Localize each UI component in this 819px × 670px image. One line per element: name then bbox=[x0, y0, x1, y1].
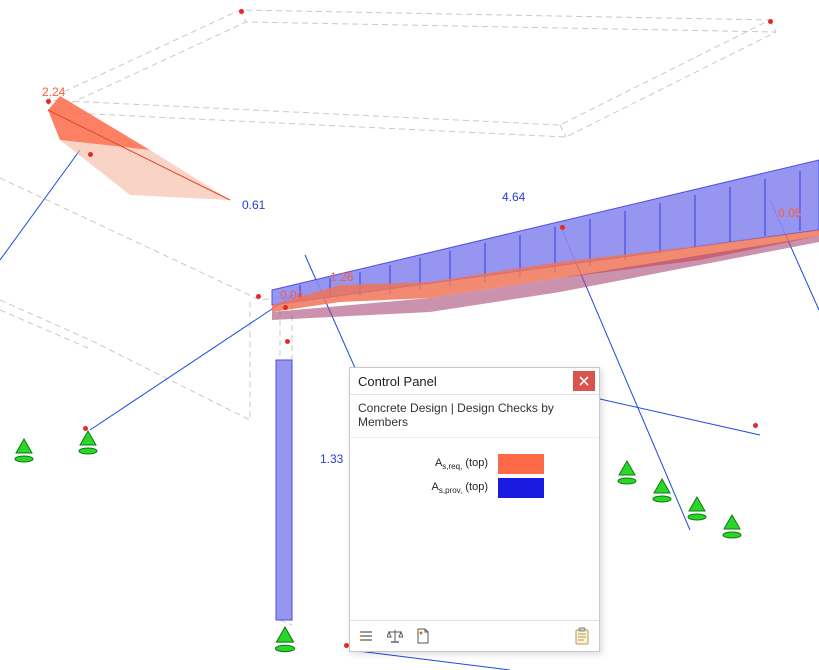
legend-label: As,prov, (top) bbox=[358, 481, 498, 495]
panel-title-text: Control Panel bbox=[358, 374, 573, 389]
legend-label: As,req, (top) bbox=[358, 457, 498, 471]
node-point bbox=[560, 225, 565, 230]
panel-footer bbox=[350, 620, 599, 651]
legend-swatch-provided bbox=[498, 478, 544, 498]
support-icon bbox=[76, 429, 100, 459]
node-point bbox=[283, 305, 288, 310]
node-point bbox=[768, 19, 773, 24]
panel-body: As,req, (top) As,prov, (top) bbox=[350, 438, 599, 620]
value-label: 1.26 bbox=[330, 270, 353, 284]
panel-titlebar[interactable]: Control Panel bbox=[350, 368, 599, 395]
support-icon bbox=[650, 477, 674, 507]
node-point bbox=[753, 423, 758, 428]
value-label: 0.61 bbox=[242, 198, 265, 212]
node-point bbox=[256, 294, 261, 299]
node-point bbox=[88, 152, 93, 157]
legend-row-required: As,req, (top) bbox=[358, 452, 591, 476]
legend-row-provided: As,prov, (top) bbox=[358, 476, 591, 500]
value-label: 1.33 bbox=[320, 452, 343, 466]
balance-icon[interactable] bbox=[384, 625, 406, 647]
support-icon bbox=[720, 513, 744, 543]
support-icon bbox=[270, 625, 300, 657]
document-icon[interactable] bbox=[412, 625, 434, 647]
node-point bbox=[285, 339, 290, 344]
clipboard-icon[interactable] bbox=[571, 625, 593, 647]
support-icon bbox=[685, 495, 709, 525]
panel-subtitle: Concrete Design | Design Checks by Membe… bbox=[350, 395, 599, 438]
value-label: 0.05 bbox=[778, 206, 801, 220]
control-panel-window[interactable]: Control Panel Concrete Design | Design C… bbox=[349, 367, 600, 652]
close-button[interactable] bbox=[573, 371, 595, 391]
value-label: 0.04 bbox=[280, 288, 303, 302]
close-icon bbox=[579, 376, 589, 386]
list-icon[interactable] bbox=[356, 625, 378, 647]
node-point bbox=[239, 9, 244, 14]
legend-swatch-required bbox=[498, 454, 544, 474]
node-point bbox=[46, 99, 51, 104]
support-icon bbox=[12, 437, 36, 467]
value-label: 2.24 bbox=[42, 85, 65, 99]
value-label: 4.64 bbox=[502, 190, 525, 204]
support-icon bbox=[615, 459, 639, 489]
